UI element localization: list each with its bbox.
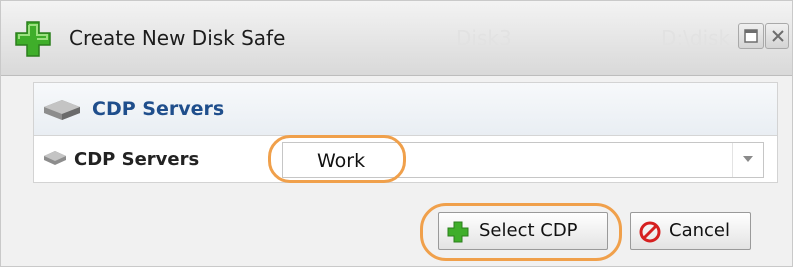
- cancel-button[interactable]: Cancel: [630, 212, 751, 250]
- server-icon: [44, 100, 80, 120]
- panel-header: CDP Servers: [34, 83, 777, 136]
- cdp-servers-row: CDP Servers Work: [34, 136, 777, 182]
- select-cdp-label: Select CDP: [479, 220, 578, 241]
- maximize-button[interactable]: [738, 23, 764, 49]
- maximize-icon: [744, 29, 758, 43]
- create-disk-safe-dialog: Create New Disk Safe Disk3 D:\disk CDP S…: [0, 0, 793, 267]
- select-cdp-button[interactable]: Select CDP: [438, 212, 608, 250]
- cdp-server-select[interactable]: Work: [282, 142, 764, 178]
- cancel-label: Cancel: [669, 220, 730, 241]
- cancel-icon: [639, 221, 661, 243]
- dialog-titlebar[interactable]: Create New Disk Safe Disk3 D:\disk: [1, 1, 792, 76]
- add-plus-icon: [15, 21, 51, 57]
- chevron-down-icon: [743, 156, 753, 162]
- cdp-server-select-value: Work: [317, 150, 366, 172]
- close-icon: [772, 30, 784, 42]
- select-dropdown-button[interactable]: [732, 143, 763, 177]
- add-plus-icon: [447, 221, 469, 243]
- close-button[interactable]: [765, 23, 789, 49]
- cdp-servers-label: CDP Servers: [74, 149, 200, 170]
- background-text-path: D:\disk: [661, 26, 731, 50]
- dialog-title: Create New Disk Safe: [69, 26, 286, 50]
- server-icon: [44, 151, 66, 165]
- panel-title: CDP Servers: [92, 98, 225, 120]
- cdp-servers-panel: CDP Servers CDP Servers Work: [33, 82, 778, 183]
- background-text-disk: Disk3: [456, 26, 512, 50]
